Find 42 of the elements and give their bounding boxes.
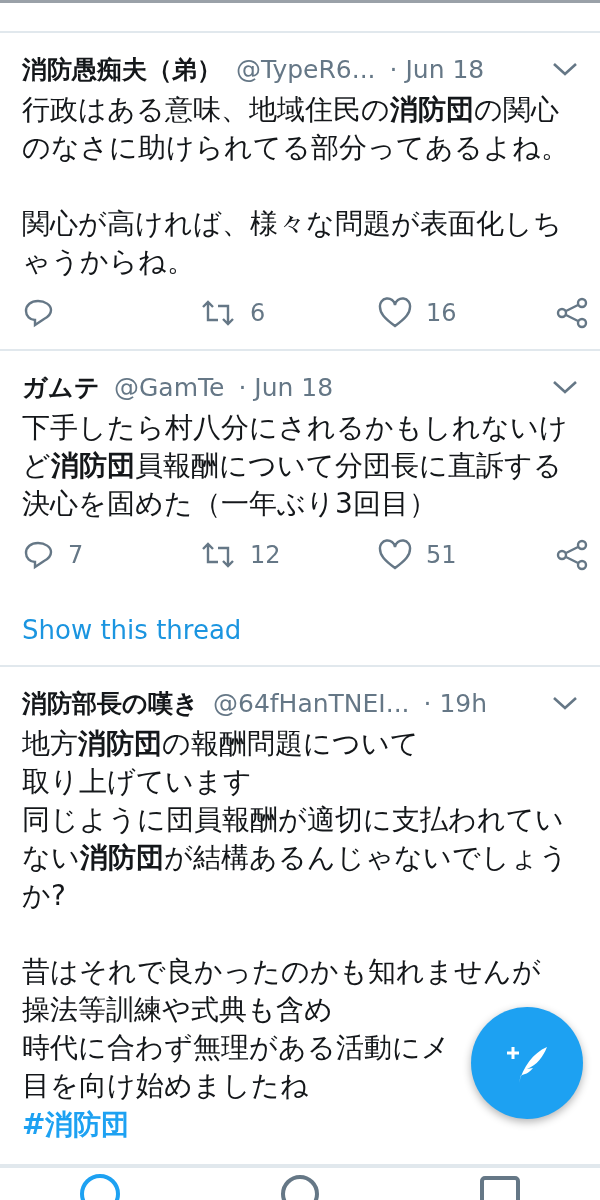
tweet-time: · Jun 18 xyxy=(389,54,485,84)
tweet-text-line: か? xyxy=(22,878,66,914)
tweet-text-line: のなさに助けられてる部分ってあるよね。 xyxy=(22,130,569,166)
tweet-text-line: 決心を固めた（一年ぶり3回目） xyxy=(22,486,437,522)
reply-count: 7 xyxy=(68,541,84,569)
like-count: 16 xyxy=(426,299,457,327)
tweet-text-line: 地方消防団の報酬問題について xyxy=(22,726,419,762)
like-count: 51 xyxy=(426,541,457,569)
tweet-time: · 19h xyxy=(423,688,488,718)
reply-icon[interactable] xyxy=(22,297,54,329)
heart-icon[interactable] xyxy=(378,539,412,571)
share-icon[interactable] xyxy=(556,297,588,329)
tweet-text-line: ど消防団員報酬について分団長に直訴する xyxy=(22,448,562,484)
tweet-time: · Jun 18 xyxy=(238,372,334,402)
tweet-text-line: 取り上げています xyxy=(22,764,252,800)
chevron-down-icon[interactable] xyxy=(552,61,578,77)
chevron-down-icon[interactable] xyxy=(552,695,578,711)
author-handle: @64fHanTNEI... xyxy=(213,688,410,718)
tweet-card[interactable]: 消防愚痴夫（弟） @TypeR6... · Jun 18 行政はある意味、地域住民の消防団の関心 のなさに助けられてる部分ってあるよね。 関心が高ければ、様々な問題が表面化しち ゃうからね。 6 16 xyxy=(0,33,600,351)
tweet-text-line: 昔はそれで良かったのかも知れませんが xyxy=(22,954,541,990)
tweet-text-line: 同じように団員報酬が適切に支払われてい xyxy=(22,802,564,838)
heart-icon[interactable] xyxy=(378,297,412,329)
compose-button[interactable] xyxy=(471,1007,583,1119)
tweet-text-line: ゃうからね。 xyxy=(22,244,195,280)
author-name: 消防愚痴夫（弟） xyxy=(22,53,222,86)
tweet-text-line: 時代に合わず無理がある活動にメ xyxy=(22,1030,450,1066)
chevron-down-icon[interactable] xyxy=(552,379,578,395)
tweet-card[interactable]: ガムテ @GamTe · Jun 18 下手したら村八分にされるかもしれないけ ど消防団員報酬について分団長に直訴する 決心を固めた（一年ぶり3回目） 7 12 51 Show this thread xyxy=(0,351,600,667)
author-name: 消防部長の嘆き xyxy=(22,687,199,720)
tweet-text-line: 下手したら村八分にされるかもしれないけ xyxy=(22,410,568,446)
tweet-text-line: ない消防団が結構あるんじゃないでしょう xyxy=(22,840,568,876)
author-name: ガムテ xyxy=(22,371,100,404)
author-handle: @GamTe xyxy=(114,372,225,402)
tweet-text-line: 目を向け始めましたね xyxy=(22,1068,309,1104)
author-handle: @TypeR6... xyxy=(236,54,376,84)
share-icon[interactable] xyxy=(556,539,588,571)
tweet-text-line: 関心が高ければ、様々な問題が表面化しち xyxy=(22,206,562,242)
reply-icon[interactable] xyxy=(22,539,54,571)
retweet-count: 12 xyxy=(250,541,281,569)
tweet-text-line: 操法等訓練や式典も含め xyxy=(22,992,333,1028)
retweet-count: 6 xyxy=(250,299,266,327)
tweet-text-line: 行政はある意味、地域住民の消防団の関心 xyxy=(22,92,559,128)
